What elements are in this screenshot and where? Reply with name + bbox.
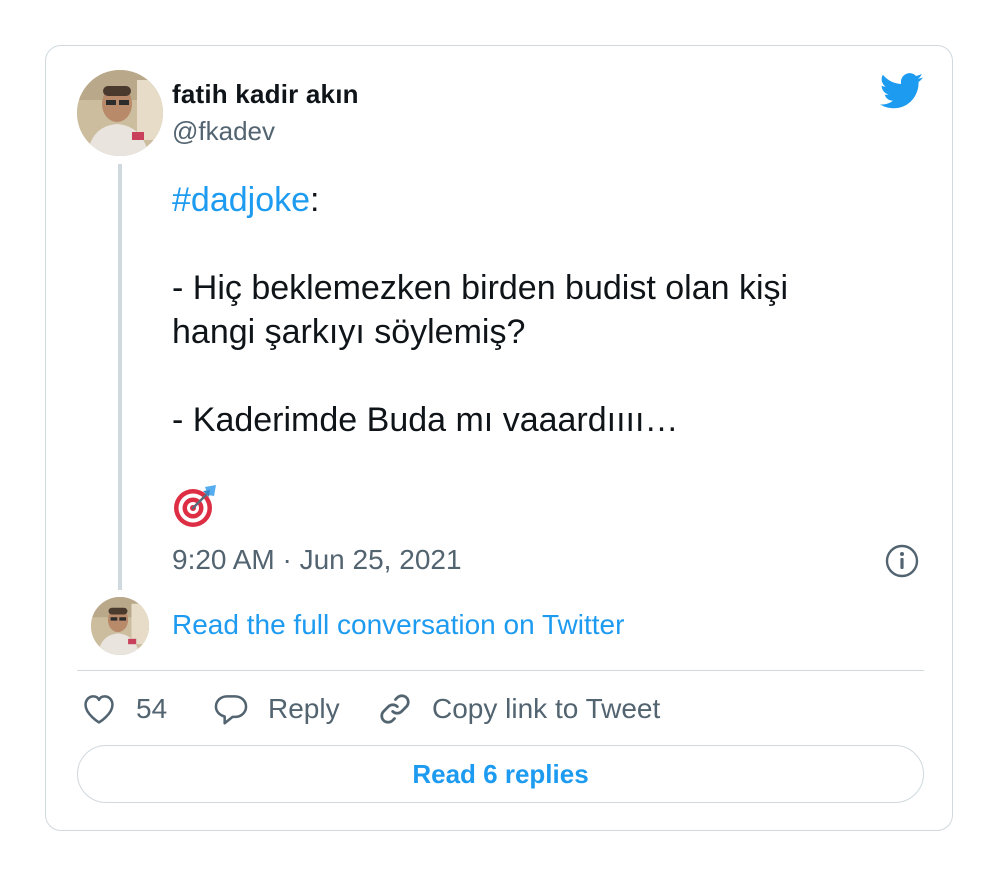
conversation-avatar[interactable] xyxy=(91,597,149,655)
heart-icon xyxy=(84,695,114,724)
tweet-line: hangi şarkıyı söylemiş? xyxy=(172,313,526,351)
author-handle[interactable]: @fkadev xyxy=(172,116,275,147)
tweet-text: #dadjoke: - Hiç beklemezken birden budis… xyxy=(172,178,912,442)
like-count: 54 xyxy=(136,693,168,724)
speech-bubble-icon xyxy=(214,695,248,725)
thread-connector xyxy=(118,164,122,590)
twitter-bird-icon[interactable] xyxy=(880,73,924,109)
avatar-photo xyxy=(77,70,163,156)
copy-link-label: Copy link to Tweet xyxy=(432,693,661,724)
read-conversation-link[interactable]: Read the full conversation on Twitter xyxy=(172,609,624,641)
tweet-hashtag-line: #dadjoke: xyxy=(172,178,912,222)
tweet-line: - Kaderimde Buda mı vaaardıııı… xyxy=(172,401,679,439)
like-button[interactable]: 54 xyxy=(80,687,167,731)
tweet-card: fatih kadir akın @fkadev #dadjoke: - Hiç… xyxy=(45,45,953,831)
link-icon xyxy=(380,694,410,724)
reply-button[interactable]: Reply xyxy=(212,687,340,731)
hashtag-link[interactable]: #dadjoke xyxy=(172,181,310,219)
read-replies-button[interactable]: Read 6 replies xyxy=(77,745,924,803)
author-name[interactable]: fatih kadir akın xyxy=(172,79,359,110)
author-avatar[interactable] xyxy=(77,70,163,156)
tweet-timestamp[interactable]: 9:20 AM · Jun 25, 2021 xyxy=(172,544,462,576)
copy-link-button[interactable]: Copy link to Tweet xyxy=(376,687,660,731)
reply-label: Reply xyxy=(268,693,340,724)
avatar-photo xyxy=(91,597,149,655)
hashtag-suffix: : xyxy=(310,181,320,219)
divider xyxy=(77,670,924,671)
tweet-line: - Hiç beklemezken birden budist olan kiş… xyxy=(172,269,789,307)
info-icon[interactable] xyxy=(884,543,920,579)
direct-hit-target-emoji xyxy=(174,485,216,527)
